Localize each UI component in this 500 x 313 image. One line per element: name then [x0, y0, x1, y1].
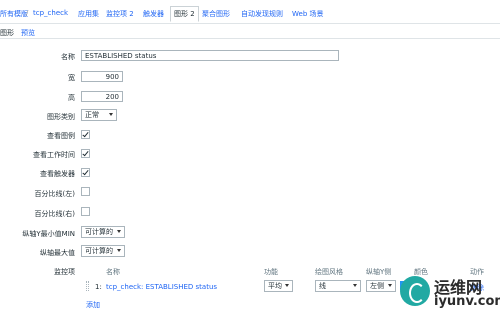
- nav-applications[interactable]: 应用集: [78, 9, 99, 19]
- name-input[interactable]: ESTABLISHED status: [81, 50, 339, 61]
- row-function-select[interactable]: 平均: [264, 280, 293, 292]
- ymin-label: 纵轴Y最小值MIN: [22, 230, 75, 238]
- name-label: 名称: [61, 53, 75, 61]
- percentile-right-label: 百分比线(右): [34, 210, 75, 218]
- row-drawstyle-value: 线: [319, 282, 326, 290]
- nav-discovery-rules[interactable]: 自动发现规则: [241, 9, 283, 19]
- percentile-left-checkbox[interactable]: [81, 187, 90, 196]
- show-working-time-checkbox[interactable]: [81, 149, 90, 158]
- form-tabs: 图形 预览: [0, 25, 500, 39]
- top-navigation: 所有模版 / tcp_check 应用集 监控项 2 触发器 图形 2 聚合图形…: [0, 0, 500, 24]
- items-section-label: 监控项: [54, 268, 75, 276]
- column-header-name: 名称: [106, 268, 120, 276]
- row-function-value: 平均: [268, 282, 282, 290]
- column-header-function: 功能: [264, 268, 278, 276]
- show-triggers-checkbox[interactable]: [81, 168, 90, 177]
- chevron-down-icon: [117, 249, 121, 252]
- row-drawstyle-select[interactable]: 线: [315, 280, 361, 292]
- chevron-down-icon: [285, 284, 289, 287]
- graph-type-value: 正常: [85, 111, 99, 119]
- ymax-label: 纵轴最大值: [40, 249, 75, 257]
- watermark-logo: 运维网 iyunv.com: [398, 270, 500, 313]
- percentile-right-checkbox[interactable]: [81, 207, 90, 216]
- graph-type-select[interactable]: 正常: [81, 109, 117, 121]
- chevron-down-icon: [388, 284, 392, 287]
- show-triggers-label: 查看触发器: [40, 170, 75, 178]
- add-item-link[interactable]: 添加: [86, 300, 100, 310]
- show-legend-checkbox[interactable]: [81, 130, 90, 139]
- show-working-time-label: 查看工作时间: [33, 151, 75, 159]
- ymin-select[interactable]: 可计算的: [81, 226, 125, 238]
- logo-icon: [400, 276, 430, 306]
- nav-all-templates[interactable]: 所有模版: [0, 9, 28, 19]
- row-yaxis-select[interactable]: 左侧: [366, 280, 396, 292]
- ymax-value: 可计算的: [85, 247, 113, 255]
- chevron-down-icon: [117, 230, 121, 233]
- drag-handle-icon[interactable]: [86, 281, 89, 291]
- ymin-value: 可计算的: [85, 228, 113, 236]
- graph-type-label: 图形类别: [47, 113, 75, 121]
- watermark-subtitle: iyunv.com: [434, 294, 500, 309]
- nav-graphs-tab[interactable]: 图形 2: [170, 6, 199, 22]
- nav-aggregate-graphs[interactable]: 聚合图形: [202, 9, 230, 19]
- ymax-select[interactable]: 可计算的: [81, 245, 125, 257]
- width-label: 宽: [68, 74, 75, 82]
- column-header-drawstyle: 绘图风格: [315, 268, 343, 276]
- chevron-down-icon: [109, 113, 113, 116]
- show-legend-label: 查看图例: [47, 132, 75, 140]
- row-item-name-link[interactable]: tcp_check: ESTABLISHED status: [106, 283, 217, 291]
- row-yaxis-value: 左侧: [370, 282, 384, 290]
- row-index: 1:: [95, 283, 102, 291]
- percentile-left-label: 百分比线(左): [34, 190, 75, 198]
- nav-triggers[interactable]: 触发器: [143, 9, 164, 19]
- nav-web-scenarios[interactable]: Web 场景: [292, 9, 324, 19]
- nav-template-link[interactable]: tcp_check: [33, 9, 68, 17]
- column-header-yaxis: 纵轴Y侧: [366, 268, 392, 276]
- height-label: 高: [68, 94, 75, 102]
- tab-graph[interactable]: 图形: [0, 28, 14, 38]
- nav-items[interactable]: 监控项 2: [106, 9, 134, 19]
- chevron-down-icon: [353, 284, 357, 287]
- height-input[interactable]: 200: [81, 91, 123, 102]
- breadcrumb-separator: /: [26, 9, 29, 17]
- tab-preview[interactable]: 预览: [21, 28, 35, 38]
- width-input[interactable]: 900: [81, 71, 123, 82]
